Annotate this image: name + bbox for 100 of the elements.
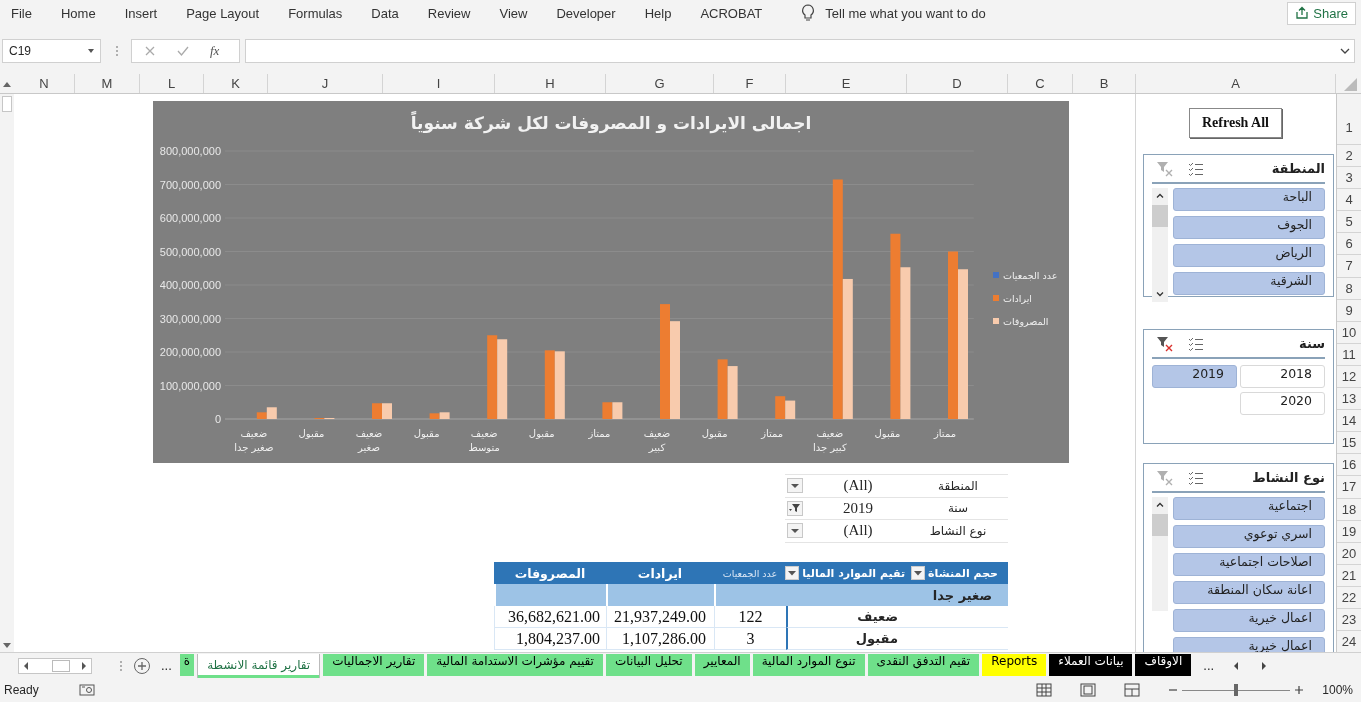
sheet-tab[interactable]: ة (179, 653, 195, 676)
formula-input[interactable] (245, 39, 1355, 63)
scroll-left-icon[interactable] (22, 660, 30, 671)
filter-dropdown-button[interactable] (787, 500, 803, 516)
row-header[interactable]: 15 (1337, 432, 1361, 455)
slicer-item[interactable]: اصلاحات اجتماعية (1173, 553, 1325, 576)
row-header[interactable]: 3 (1337, 167, 1361, 190)
scroll-right-icon[interactable] (80, 660, 88, 671)
scrollbar-thumb[interactable] (2, 96, 12, 112)
menu-item[interactable]: Review (427, 5, 471, 21)
row-header[interactable]: 16 (1337, 454, 1361, 477)
more-tabs-button[interactable]: ... (1203, 658, 1215, 673)
slicer-item[interactable]: اعانة سكان المنطقة (1173, 581, 1325, 604)
sheet-tab[interactable]: تقارير الاجماليات (323, 653, 425, 676)
column-header[interactable]: F (714, 74, 786, 93)
menu-item[interactable]: Help (644, 5, 672, 21)
multi-select-icon[interactable] (1188, 161, 1204, 176)
slicer-scrollbar[interactable] (1152, 188, 1168, 302)
row-header[interactable]: 14 (1337, 410, 1361, 433)
row-header[interactable]: 1 (1337, 94, 1361, 145)
slicer-item[interactable]: اجتماعية (1173, 497, 1325, 520)
slicer-item[interactable]: 2019 (1152, 365, 1237, 388)
row-header[interactable]: 5 (1337, 211, 1361, 234)
multi-select-icon[interactable] (1188, 470, 1204, 485)
row-header[interactable]: 7 (1337, 255, 1361, 278)
insert-function-button[interactable]: fx (210, 43, 220, 59)
row-header[interactable]: 11 (1337, 343, 1361, 366)
row-header[interactable]: 17 (1337, 476, 1361, 499)
scrollbar-thumb[interactable] (1152, 205, 1168, 227)
column-header[interactable]: E (786, 74, 907, 93)
sheet-tab[interactable]: المعايير (694, 653, 750, 676)
filter-dropdown-icon[interactable] (911, 566, 926, 580)
row-header[interactable]: 13 (1337, 388, 1361, 411)
sheet-tab[interactable]: تقييم مؤشرات الاستدامة المالية (427, 653, 603, 676)
scrollbar-thumb[interactable] (1152, 514, 1168, 536)
column-header[interactable]: G (606, 74, 714, 93)
column-header[interactable]: K (204, 74, 268, 93)
share-button[interactable]: Share (1287, 1, 1356, 25)
normal-view-icon[interactable] (1036, 683, 1053, 697)
row-header[interactable]: 19 (1337, 520, 1361, 543)
sheet-tab[interactable]: تقارير قائمة الانشطة (197, 653, 321, 678)
menu-item[interactable]: Formulas (288, 5, 343, 21)
column-header[interactable]: J (268, 74, 383, 93)
column-header[interactable]: I (383, 74, 495, 93)
column-header[interactable]: M (75, 74, 140, 93)
scrollbar-thumb[interactable] (52, 659, 70, 672)
row-header[interactable]: 12 (1337, 365, 1361, 389)
page-layout-icon[interactable] (1080, 683, 1097, 697)
column-header[interactable]: D (907, 74, 1008, 93)
row-header[interactable]: 22 (1337, 586, 1361, 609)
scroll-up-icon[interactable] (1155, 192, 1165, 199)
column-header[interactable]: B (1073, 74, 1136, 93)
zoom-level[interactable]: 100% (1322, 683, 1353, 697)
slicer-scrollbar[interactable] (1152, 497, 1168, 611)
scroll-down-icon[interactable] (2, 642, 12, 650)
row-header[interactable]: 10 (1337, 321, 1361, 344)
row-header[interactable]: 21 (1337, 564, 1361, 587)
row-header[interactable]: 4 (1337, 189, 1361, 212)
slicer-item[interactable]: 2020 (1240, 392, 1325, 415)
slicer-item[interactable]: 2018 (1240, 365, 1325, 388)
slicer-item[interactable]: الجوف (1173, 216, 1325, 239)
column-header[interactable]: N (14, 74, 75, 93)
sheet-tab[interactable]: تقيم التدفق النقدى (867, 653, 980, 676)
menu-item[interactable]: Page Layout (186, 5, 260, 21)
menu-item[interactable]: Developer (556, 5, 616, 21)
name-box[interactable]: C19 (2, 39, 101, 63)
sheet-tab[interactable]: الاوقاف (1135, 653, 1192, 676)
multi-select-icon[interactable] (1188, 336, 1204, 351)
previous-sheet-icon[interactable] (1232, 660, 1241, 671)
column-header[interactable]: L (140, 74, 204, 93)
zoom-in-icon[interactable] (1294, 685, 1305, 695)
slicer-item[interactable]: الشرقية (1173, 272, 1325, 295)
scroll-down-icon[interactable] (1155, 291, 1165, 298)
column-header[interactable]: H (495, 74, 606, 93)
horizontal-scrollbar[interactable] (18, 657, 92, 674)
menu-item[interactable]: Home (60, 5, 96, 21)
sheet-tab[interactable]: تحليل البيانات (605, 653, 692, 676)
row-header[interactable]: 20 (1337, 542, 1361, 565)
page-break-icon[interactable] (1124, 683, 1141, 697)
sheet-tab[interactable]: بيانات العملاء (1049, 653, 1133, 676)
add-sheet-icon[interactable] (133, 656, 151, 675)
filter-dropdown-icon[interactable] (785, 566, 800, 580)
row-header[interactable]: 18 (1337, 498, 1361, 521)
tell-me-field[interactable]: Tell me what you want to do (801, 4, 1046, 22)
menu-item[interactable]: File (11, 5, 32, 21)
macro-record-icon[interactable] (78, 683, 95, 697)
row-header[interactable]: 8 (1337, 277, 1361, 300)
row-header[interactable]: 9 (1337, 299, 1361, 322)
next-sheet-icon[interactable] (1260, 660, 1269, 671)
menu-item[interactable]: Insert (124, 5, 158, 21)
slicer-item[interactable]: الباحة (1173, 188, 1325, 211)
filter-dropdown-button[interactable] (787, 478, 803, 494)
more-tabs-button[interactable]: ... (161, 658, 172, 673)
clear-filter-icon[interactable] (1156, 335, 1174, 352)
sheet-tab[interactable]: Reports (982, 653, 1047, 676)
column-header[interactable]: A (1136, 74, 1336, 93)
slider-thumb[interactable] (1234, 684, 1239, 696)
slicer-item[interactable]: اعمال خيرية (1173, 609, 1325, 632)
menu-item[interactable]: View (499, 5, 528, 21)
filter-dropdown-button[interactable] (787, 523, 803, 539)
